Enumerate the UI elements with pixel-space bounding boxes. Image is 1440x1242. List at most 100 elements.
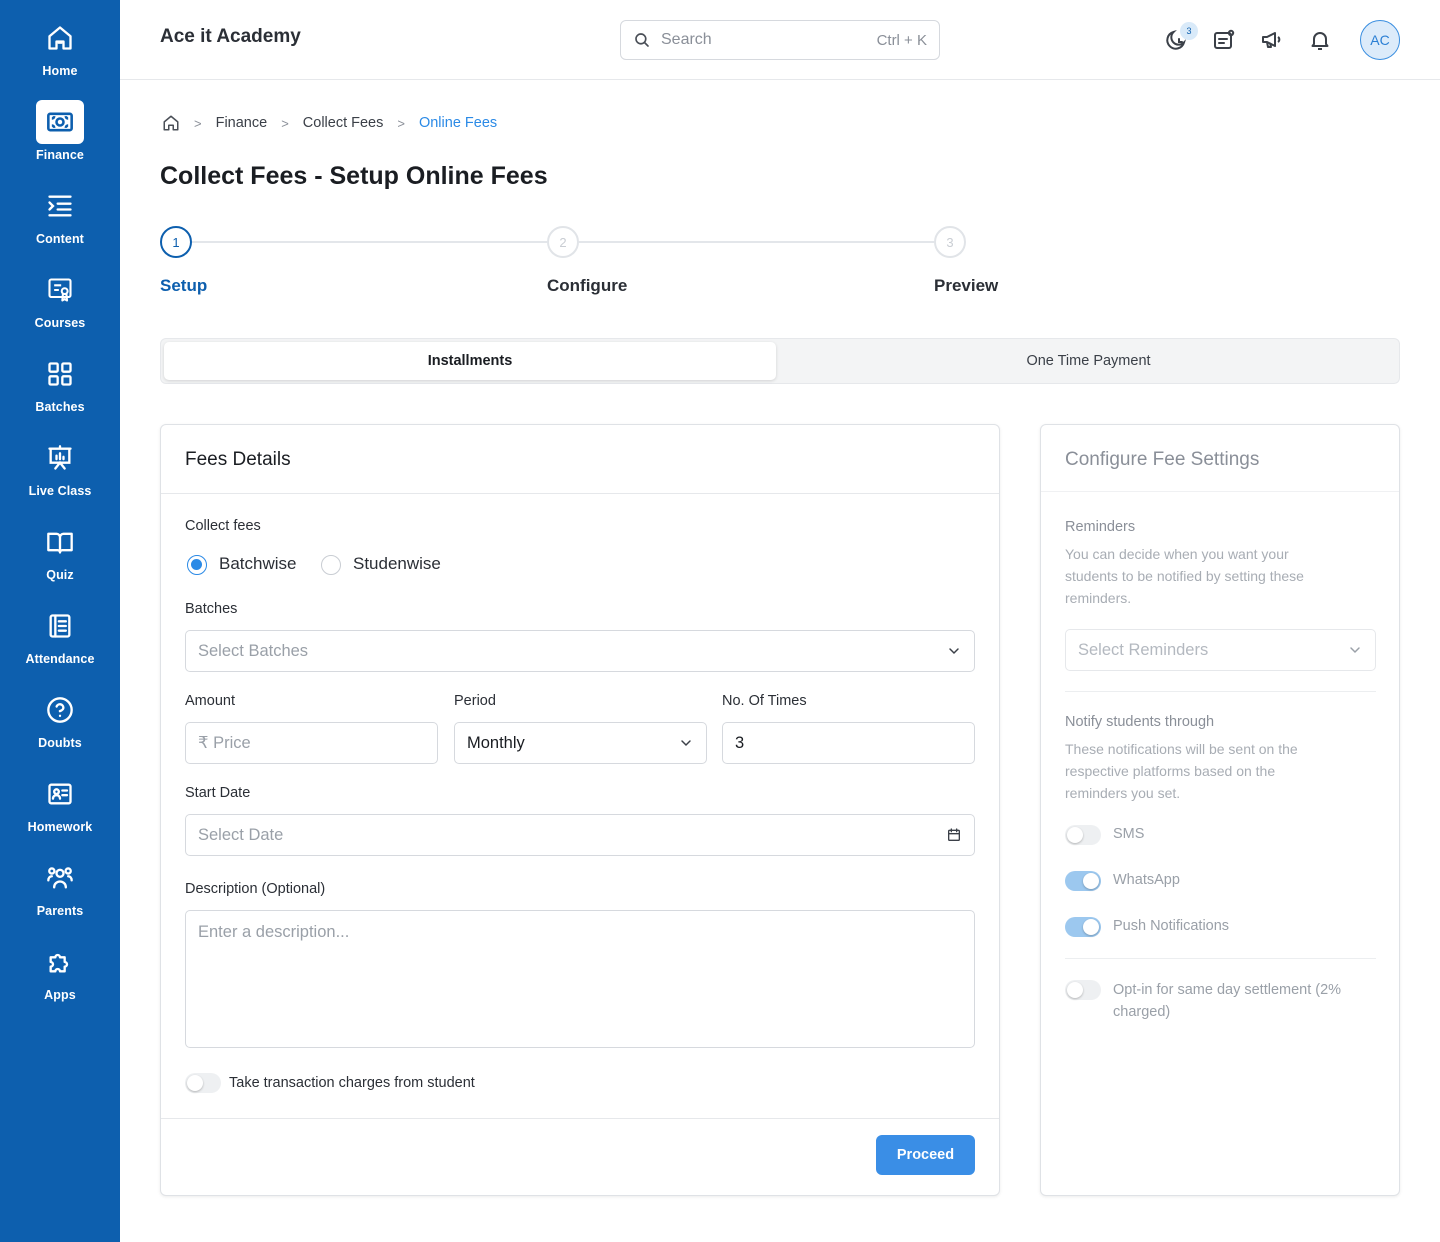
- search-shortcut: Ctrl + K: [876, 31, 927, 49]
- sidebar-item-live-class[interactable]: Live Class: [0, 420, 120, 504]
- step-2-circle[interactable]: 2: [547, 226, 579, 258]
- sidebar-item-home[interactable]: Home: [0, 0, 120, 84]
- sidebar-item-attendance[interactable]: Attendance: [0, 588, 120, 672]
- fees-details-card: Fees Details Collect fees Batchwise Stud…: [160, 424, 1000, 1196]
- divider: [1065, 691, 1376, 692]
- open-book-icon: [36, 520, 84, 564]
- sidebar-item-label: Finance: [36, 148, 84, 162]
- amount-placeholder: ₹ Price: [198, 734, 251, 752]
- push-notifications-toggle[interactable]: [1065, 917, 1101, 937]
- chevron-right-icon: >: [194, 115, 202, 131]
- batches-select[interactable]: Select Batches: [185, 630, 975, 672]
- description-label: Description (Optional): [185, 881, 326, 897]
- same-day-settlement-label: Opt-in for same day settlement (2% charg…: [1113, 982, 1342, 1020]
- step-connector: [192, 241, 547, 243]
- tab-one-time-payment[interactable]: One Time Payment: [780, 342, 1397, 380]
- sidebar-item-label: Quiz: [46, 568, 74, 582]
- period-value: Monthly: [467, 733, 525, 752]
- same-day-settlement-toggle[interactable]: [1065, 980, 1101, 1000]
- batchwise-radio[interactable]: [187, 555, 207, 575]
- grid-icon: [36, 352, 84, 396]
- sidebar-item-apps[interactable]: Apps: [0, 924, 120, 1008]
- step-3-circle[interactable]: 3: [934, 226, 966, 258]
- notify-description: These notifications will be sent on the …: [1065, 741, 1298, 801]
- divider: [161, 493, 999, 494]
- sidebar-item-parents[interactable]: Parents: [0, 840, 120, 924]
- search-icon: [635, 33, 649, 47]
- bell-icon: [1311, 32, 1329, 50]
- avatar[interactable]: AC: [1360, 20, 1400, 60]
- reminders-select[interactable]: Select Reminders: [1065, 629, 1376, 671]
- sidebar-item-finance[interactable]: Finance: [0, 84, 120, 168]
- step-connector: [579, 241, 934, 243]
- reminders-description: You can decide when you want your studen…: [1065, 546, 1304, 606]
- start-date-input[interactable]: Select Date: [185, 814, 975, 856]
- messages-button[interactable]: [1212, 28, 1236, 52]
- breadcrumb-online-fees: Online Fees: [418, 115, 498, 131]
- studentwise-radio[interactable]: [321, 555, 341, 575]
- sidebar-item-label: Parents: [36, 904, 84, 918]
- times-value: 3: [735, 733, 745, 752]
- banknote-icon: [36, 100, 84, 144]
- collect-fees-label: Collect fees: [185, 518, 261, 534]
- configure-fee-settings-card: Configure Fee Settings Reminders You can…: [1040, 424, 1400, 1196]
- breadcrumb-finance[interactable]: Finance: [216, 115, 268, 131]
- studentwise-label[interactable]: Studenwise: [353, 554, 441, 574]
- notebook-icon: [36, 604, 84, 648]
- description-textarea[interactable]: Enter a description...: [185, 910, 975, 1048]
- push-notifications-label: Push Notifications: [1113, 918, 1230, 934]
- question-circle-icon: [36, 688, 84, 732]
- sidebar-item-label: Doubts: [38, 736, 82, 750]
- whatsapp-label: WhatsApp: [1113, 872, 1180, 888]
- sidebar-item-label: Home: [42, 64, 78, 78]
- step-1-circle[interactable]: 1: [160, 226, 192, 258]
- notify-label: Notify students through: [1065, 714, 1215, 730]
- sidebar-item-label: Apps: [44, 988, 76, 1002]
- home-icon: [36, 16, 84, 60]
- search-input[interactable]: Search Ctrl + K: [620, 20, 940, 60]
- calendar-icon: [948, 828, 960, 841]
- sidebar: Home Finance Content Courses Batches Liv…: [0, 0, 120, 1242]
- announcements-button[interactable]: [1260, 28, 1284, 52]
- breadcrumb-collect-fees[interactable]: Collect Fees: [303, 115, 384, 131]
- sidebar-item-doubts[interactable]: Doubts: [0, 672, 120, 756]
- notifications-button[interactable]: [1308, 28, 1332, 52]
- sidebar-item-label: Attendance: [25, 652, 95, 666]
- reminders-placeholder: Select Reminders: [1078, 640, 1209, 659]
- sidebar-item-batches[interactable]: Batches: [0, 336, 120, 420]
- payment-type-tabs: Installments One Time Payment: [160, 338, 1400, 384]
- chevron-down-icon: [949, 648, 959, 655]
- sms-toggle[interactable]: [1065, 825, 1101, 845]
- sidebar-item-content[interactable]: Content: [0, 168, 120, 252]
- chevron-right-icon: >: [281, 115, 289, 131]
- step-3-label: Preview: [934, 276, 999, 295]
- tab-installments[interactable]: Installments: [164, 342, 776, 380]
- batches-placeholder: Select Batches: [198, 641, 309, 660]
- whatsapp-toggle[interactable]: [1065, 871, 1101, 891]
- presentation-chart-icon: [36, 436, 84, 480]
- notification-badge: 3: [1180, 22, 1198, 40]
- period-select[interactable]: Monthly: [454, 722, 707, 764]
- people-group-icon: [36, 856, 84, 900]
- certificate-icon: [36, 268, 84, 312]
- times-input[interactable]: 3: [722, 722, 975, 764]
- moon-activity-button[interactable]: 3: [1164, 22, 1198, 52]
- amount-label: Amount: [185, 693, 235, 709]
- sidebar-item-quiz[interactable]: Quiz: [0, 504, 120, 588]
- transaction-charges-toggle[interactable]: [185, 1073, 221, 1093]
- description-placeholder: Enter a description...: [198, 923, 350, 941]
- puzzle-icon: [36, 940, 84, 984]
- id-card-icon: [36, 772, 84, 816]
- breadcrumb: > Finance > Collect Fees > Online Fees: [162, 114, 497, 132]
- step-2-label: Configure: [547, 276, 628, 295]
- start-date-label: Start Date: [185, 785, 251, 801]
- home-icon[interactable]: [162, 114, 180, 132]
- sidebar-item-homework[interactable]: Homework: [0, 756, 120, 840]
- proceed-button[interactable]: Proceed: [876, 1135, 975, 1175]
- batchwise-label[interactable]: Batchwise: [219, 554, 296, 574]
- sidebar-item-courses[interactable]: Courses: [0, 252, 120, 336]
- amount-input[interactable]: ₹ Price: [185, 722, 438, 764]
- transaction-charges-label: Take transaction charges from student: [229, 1075, 475, 1091]
- sidebar-item-label: Courses: [34, 316, 86, 330]
- card-title: Fees Details: [185, 449, 291, 470]
